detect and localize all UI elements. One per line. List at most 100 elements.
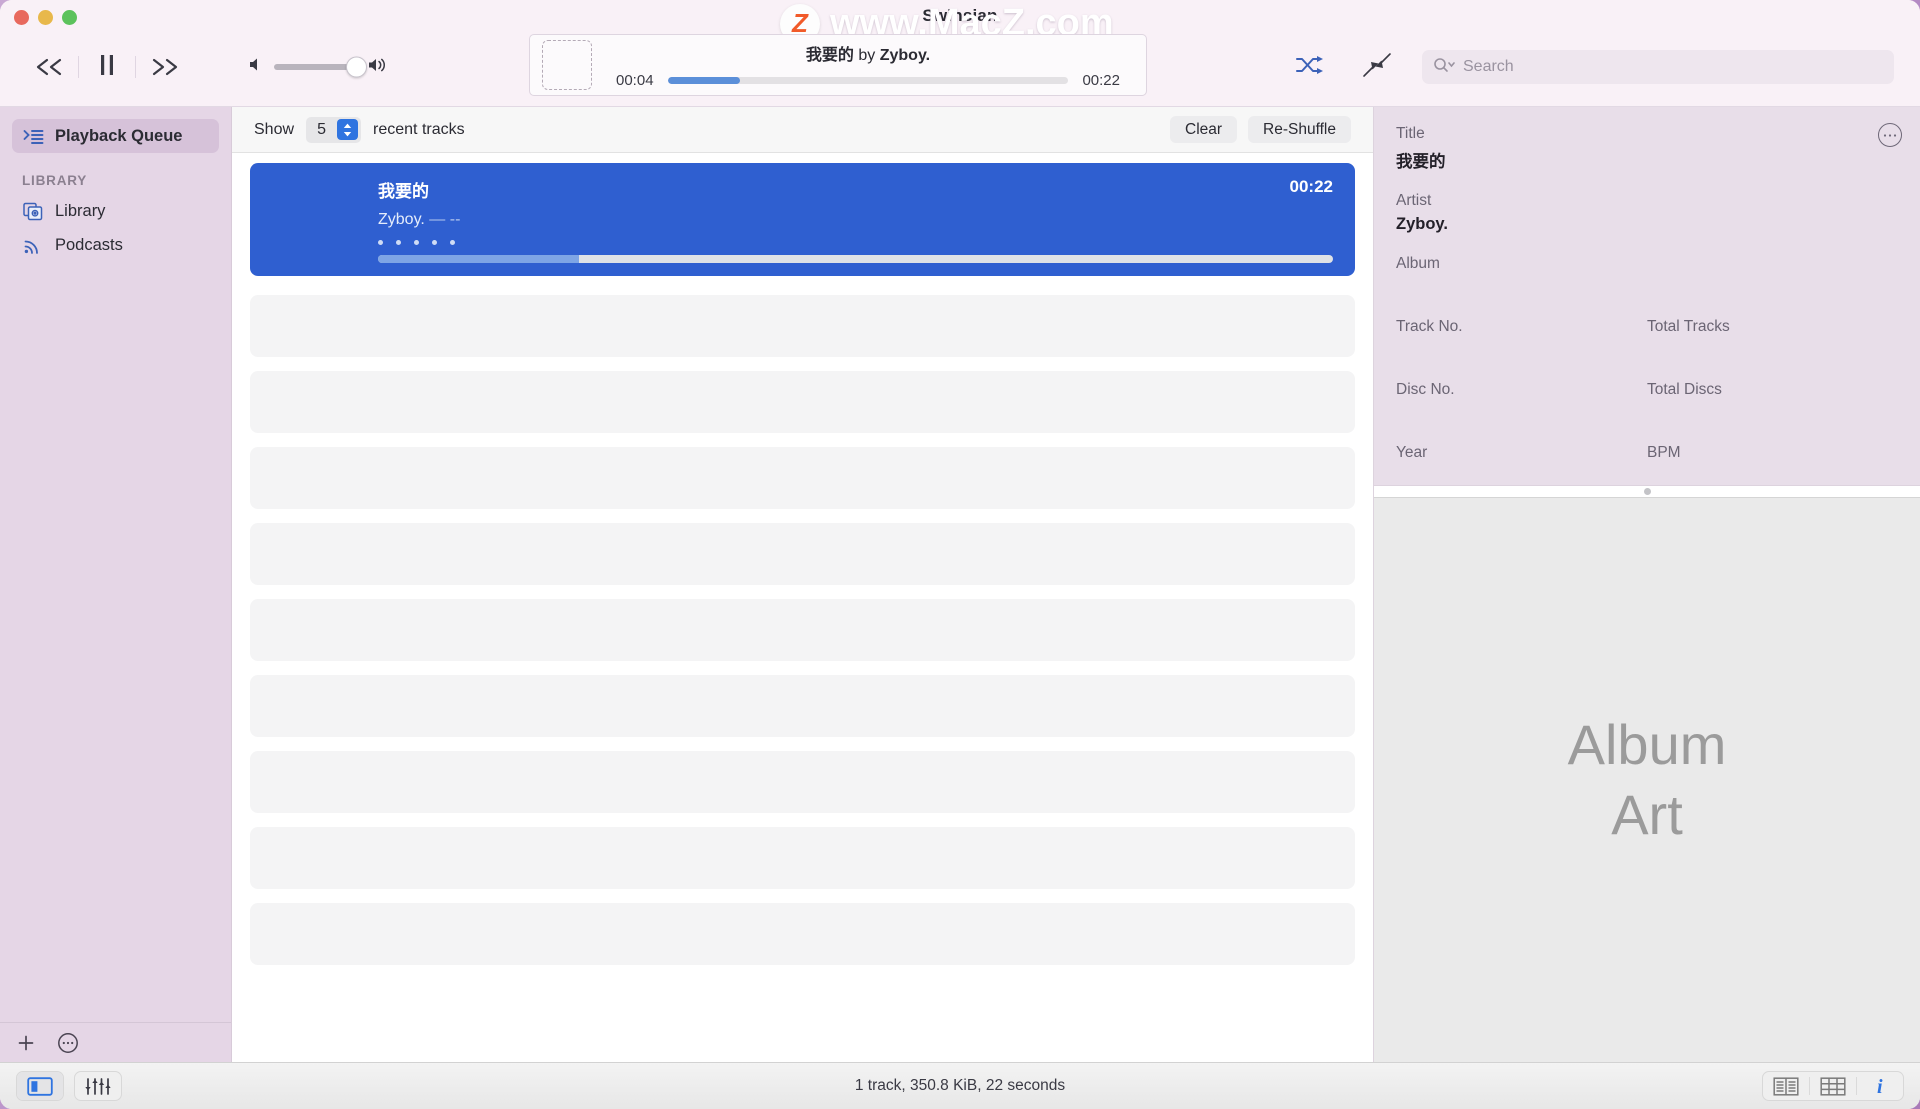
recent-tracks-stepper[interactable]: 5 [306,116,362,143]
reshuffle-button[interactable]: Re-Shuffle [1248,116,1351,143]
rewind-icon [33,57,67,77]
queue-row-active[interactable]: 我要的 Zyboy. — -- 00:22 [250,163,1355,276]
main-body: Playback Queue LIBRARY Library Podcasts … [0,107,1920,1062]
mini-player-button[interactable] [1354,47,1400,87]
queue-row-placeholder[interactable] [250,751,1355,813]
statusbar-left [16,1071,122,1101]
next-track-button[interactable] [136,45,192,89]
recent-tracks-label: recent tracks [373,120,465,138]
now-playing-connector: by [858,47,876,64]
queue-row-placeholder[interactable] [250,903,1355,965]
queue-pane: Show 5 recent tracks Clear Re-Shuffle 我要… [232,107,1373,1062]
clear-button[interactable]: Clear [1170,116,1238,143]
info-icon: i [1877,1076,1883,1097]
inspector-more-button[interactable] [1878,123,1902,147]
inspector-pane: Title 我要的 Artist Zyboy. Album Track No. Total… [1373,107,1920,1062]
inspector-field-value[interactable] [1647,467,1898,487]
collapse-arrows-icon [1362,52,1392,83]
inspector-field-value[interactable] [1396,341,1647,361]
seek-bar[interactable] [667,77,1069,84]
sidebar-list: Playback Queue LIBRARY Library Podcasts [0,107,231,1022]
shuffle-button[interactable] [1286,47,1332,87]
rating-dot[interactable] [414,240,419,245]
pause-icon [98,54,116,81]
queue-row-placeholder[interactable] [250,295,1355,357]
svg-text:i: i [1877,1076,1883,1097]
volume-slider[interactable] [274,56,367,78]
inspector-field-value[interactable] [1647,341,1898,361]
sidebar-item-label: Library [55,201,106,220]
now-playing-artist: Zyboy. [879,47,931,64]
inspector-field-label: Year [1396,444,1428,461]
queue-row-placeholder[interactable] [250,827,1355,889]
status-text: 1 track, 350.8 KiB, 22 seconds [854,1077,1066,1094]
play-pause-button[interactable] [79,45,135,89]
queue-toolbar: Show 5 recent tracks Clear Re-Shuffle [232,107,1373,153]
queue-row-placeholder[interactable] [250,675,1355,737]
inspector-field-value[interactable]: Zyboy. [1396,215,1898,235]
now-playing-widget[interactable]: 我要的 by Zyboy. 00:04 00:22 [529,34,1147,96]
equalizer-button[interactable] [75,1072,121,1100]
inspector-field-value[interactable] [1396,278,1898,298]
queue-placeholder-rows [232,295,1373,965]
inspector-field-value[interactable] [1396,404,1647,424]
statusbar: 1 track, 350.8 KiB, 22 seconds i [0,1062,1920,1109]
sidebar-item-label: Playback Queue [55,126,183,145]
rating-dot[interactable] [378,240,383,245]
album-art-line1: Album [1567,713,1727,776]
window-title: Swinsian [922,6,998,25]
queue-track-rating[interactable] [378,240,1333,245]
search-input[interactable] [1463,58,1883,76]
stepper-buttons[interactable] [337,119,359,140]
queue-track-duration: 00:22 [1289,177,1333,196]
sidebar-toggle-button[interactable] [17,1072,63,1100]
recent-tracks-count: 5 [317,120,326,138]
queue-row-placeholder[interactable] [250,523,1355,585]
sidebar-item-podcasts[interactable]: Podcasts [12,228,219,262]
podcast-icon [22,234,44,256]
inspector-field-value[interactable] [1396,467,1647,487]
inspector-field-label: Total Tracks [1647,318,1730,335]
search-field[interactable] [1422,50,1894,84]
info-button[interactable]: i [1857,1072,1903,1100]
queue-row-placeholder[interactable] [250,371,1355,433]
sidebar-item-library[interactable]: Library [12,194,219,228]
sidebar-footer [0,1022,231,1062]
queue-toolbar-actions: Clear Re-Shuffle [1170,116,1351,143]
volume-slider-knob[interactable] [346,56,367,78]
add-playlist-button[interactable] [14,1031,38,1055]
list-view-button[interactable] [1763,1072,1809,1100]
equalizer-group [74,1071,122,1101]
sidebar-item-label: Podcasts [55,235,123,254]
inspector-field: Track No. [1396,318,1647,361]
fastforward-icon [147,57,181,77]
inspector-field-label: Track No. [1396,318,1463,335]
queue-icon [22,125,44,147]
inspector-field: Year [1396,444,1647,487]
inspector-field: Total Tracks [1647,318,1898,361]
volume-control[interactable] [248,56,389,79]
inspector-grid-fields: Track No. Total Tracks Disc No. Total Discs… [1396,318,1898,487]
inspector-field: BPM [1647,444,1898,487]
queue-track-title: 我要的 [378,182,429,201]
queue-row-placeholder[interactable] [250,599,1355,661]
elapsed-time: 00:04 [616,72,654,89]
queue-track-progress [378,255,1333,263]
inspector-field-label: Title [1396,125,1425,142]
inspector-field-value[interactable] [1647,404,1898,424]
inspector-field-row: Track No. Total Tracks [1396,318,1898,361]
sidebar-more-button[interactable] [56,1031,80,1055]
inspector-field-value[interactable]: 我要的 [1396,148,1898,172]
sidebar-item-playback-queue[interactable]: Playback Queue [12,119,219,153]
rating-dot[interactable] [432,240,437,245]
album-art-pane[interactable]: Album Art [1374,498,1920,1062]
previous-track-button[interactable] [22,45,78,89]
rating-dot[interactable] [450,240,455,245]
now-playing-title: 我要的 by Zyboy. [600,41,1136,65]
inspector-field-label: Album [1396,255,1440,272]
grid-view-button[interactable] [1810,1072,1856,1100]
rating-dot[interactable] [396,240,401,245]
queue-row-placeholder[interactable] [250,447,1355,509]
inspector-field: Title 我要的 [1396,125,1898,172]
queue-list[interactable]: 我要的 Zyboy. — -- 00:22 [232,153,1373,1062]
